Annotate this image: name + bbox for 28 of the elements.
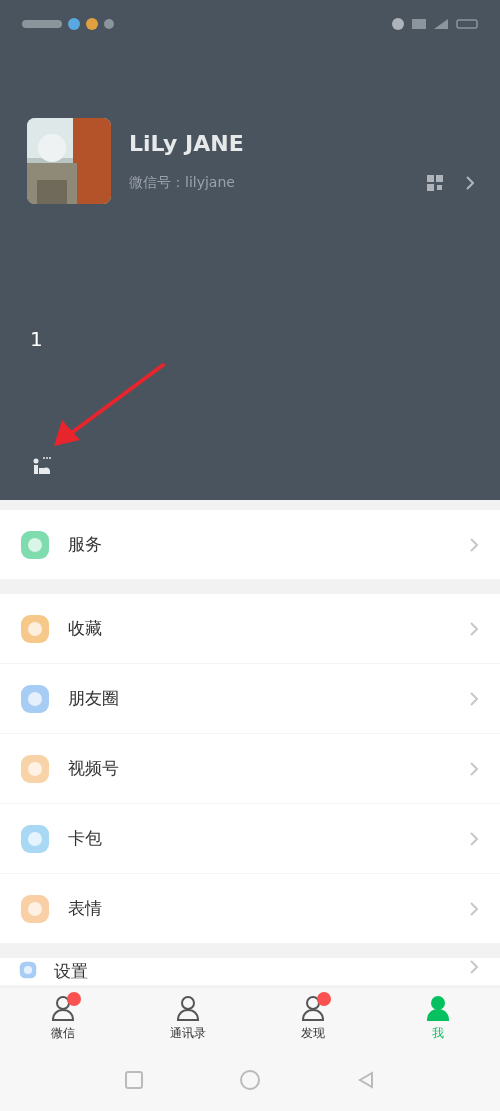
profile-name: LiLy JANE (129, 130, 245, 156)
menu-item[interactable]: 收藏 (0, 594, 500, 664)
chevron-right-icon (470, 621, 478, 636)
status-icon[interactable] (32, 456, 52, 476)
chevron-right-icon (470, 901, 478, 916)
app-notification-icon (68, 18, 80, 30)
step-number: 1 (30, 327, 43, 351)
chevron-right-icon (470, 537, 478, 552)
chevron-right-icon (470, 761, 478, 776)
chevron-right-icon (470, 691, 478, 706)
menu-item[interactable]: 服务 (0, 510, 500, 580)
tab[interactable]: 通讯录 (147, 994, 228, 1042)
menu-item[interactable]: 视频号 (0, 734, 500, 804)
chevron-right-icon (470, 960, 478, 974)
menu-item[interactable]: 朋友圈 (0, 664, 500, 734)
chevron-right-icon (470, 831, 478, 846)
menu-item[interactable]: 设置 (0, 958, 500, 986)
app-notification-icon (86, 18, 98, 30)
tab[interactable]: 微信 (22, 994, 103, 1042)
menu-item[interactable]: 卡包 (0, 804, 500, 874)
app-notification-icon (104, 19, 114, 29)
menu-item[interactable]: 表情 (0, 874, 500, 944)
tab[interactable]: 发现 (272, 994, 353, 1042)
wechat-id: 微信号：lilyjane (129, 173, 235, 192)
chevron-right-icon[interactable] (466, 175, 474, 190)
qr-code-icon[interactable] (426, 173, 444, 192)
signal-icon (434, 19, 448, 29)
battery-icon (456, 19, 478, 29)
